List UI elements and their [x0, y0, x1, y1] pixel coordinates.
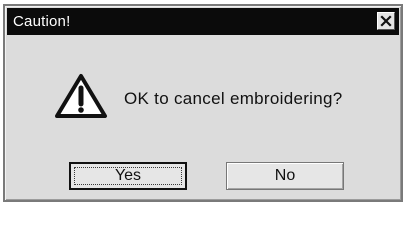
caution-dialog: Caution! OK to cancel embroidering? Yes … — [3, 4, 403, 202]
close-icon — [380, 15, 392, 27]
confirmation-message: OK to cancel embroidering? — [124, 89, 343, 108]
title-bar[interactable]: Caution! — [7, 8, 399, 35]
no-button[interactable]: No — [226, 162, 344, 190]
warning-icon — [55, 74, 107, 118]
close-button[interactable] — [377, 12, 395, 30]
yes-button[interactable]: Yes — [69, 162, 187, 190]
dialog-title: Caution! — [13, 13, 71, 30]
